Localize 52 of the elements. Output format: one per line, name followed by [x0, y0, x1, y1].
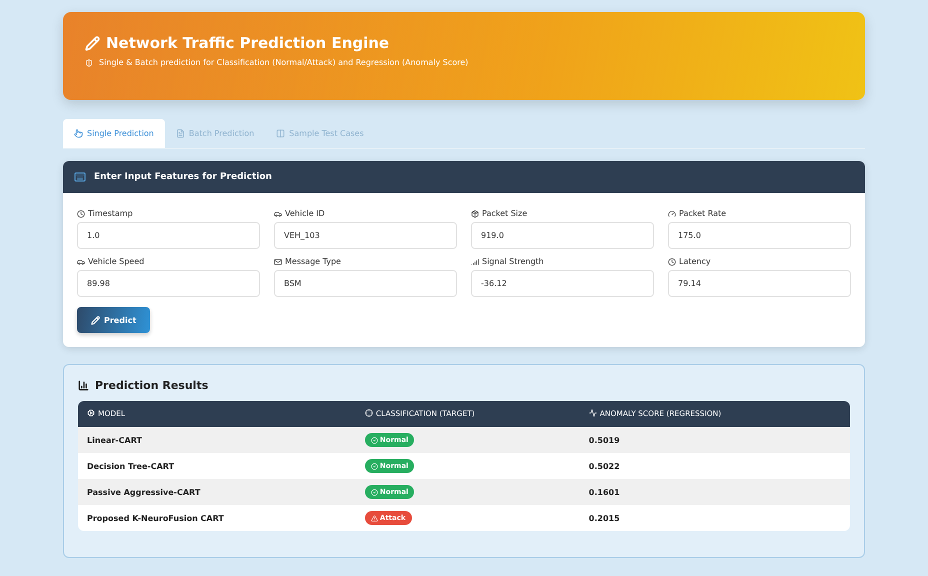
table-cell: Proposed K-NeuroFusion CART — [78, 505, 356, 531]
check-circle-icon — [370, 488, 378, 496]
input-field[interactable]: VEH_103 — [274, 222, 457, 249]
clock-icon — [77, 210, 85, 218]
columns-icon — [276, 129, 286, 138]
table-cell: 0.2015 — [580, 505, 850, 531]
input-field[interactable]: 919.0 — [471, 222, 654, 249]
field-label: Packet Size — [482, 209, 528, 218]
pencil-icon — [85, 36, 100, 50]
check-circle-icon — [370, 436, 378, 444]
field-label: Vehicle ID — [285, 209, 325, 218]
chart-icon — [78, 380, 89, 391]
input-field[interactable]: -36.12 — [471, 270, 654, 297]
file-icon — [176, 129, 185, 138]
pointer-icon — [74, 129, 83, 138]
field-label: Packet Rate — [679, 209, 726, 218]
mail-icon — [274, 258, 282, 266]
app-title: Network Traffic Prediction Engine — [106, 34, 390, 52]
signal-icon — [471, 258, 479, 266]
check-circle-icon — [370, 462, 378, 470]
gear-icon — [87, 409, 95, 418]
field-label: Latency — [679, 257, 711, 266]
gauge-icon — [668, 210, 676, 218]
input-field[interactable]: 1.0 — [77, 222, 260, 249]
input-field[interactable]: 175.0 — [668, 222, 851, 249]
field-label: Message Type — [285, 257, 341, 266]
results-title: Prediction Results — [95, 379, 208, 392]
keyboard-icon — [74, 171, 86, 183]
pencil-icon — [91, 316, 100, 324]
package-icon — [471, 210, 479, 218]
input-field[interactable]: 79.14 — [668, 270, 851, 297]
input-field[interactable]: BSM — [274, 270, 457, 297]
pulse-icon — [588, 409, 597, 418]
warning-icon — [370, 514, 378, 522]
app-subtitle: Single & Batch prediction for Classification (Normal/Attack) and Regression (Anomaly Score) — [99, 58, 468, 67]
clock-icon — [668, 258, 676, 266]
table-cell: 0.5022 — [580, 453, 850, 479]
table-cell: Decision Tree-CART — [78, 453, 356, 479]
input-field[interactable]: 89.98 — [77, 270, 260, 297]
car-icon — [77, 258, 85, 266]
field-label: Timestamp — [88, 209, 133, 218]
car-icon — [274, 210, 282, 218]
crosshair-icon — [364, 409, 373, 418]
field-label: Vehicle Speed — [88, 257, 144, 266]
shield-icon — [85, 58, 93, 66]
table-cell: 0.1601 — [580, 479, 850, 505]
predict-button[interactable]: Predict — [77, 307, 150, 333]
table-cell: 0.5019 — [580, 427, 850, 453]
table-cell: Passive Aggressive-CART — [78, 479, 356, 505]
card-title: Enter Input Features for Prediction — [94, 172, 272, 182]
table-cell: Linear-CART — [78, 427, 356, 453]
field-label: Signal Strength — [482, 257, 544, 266]
